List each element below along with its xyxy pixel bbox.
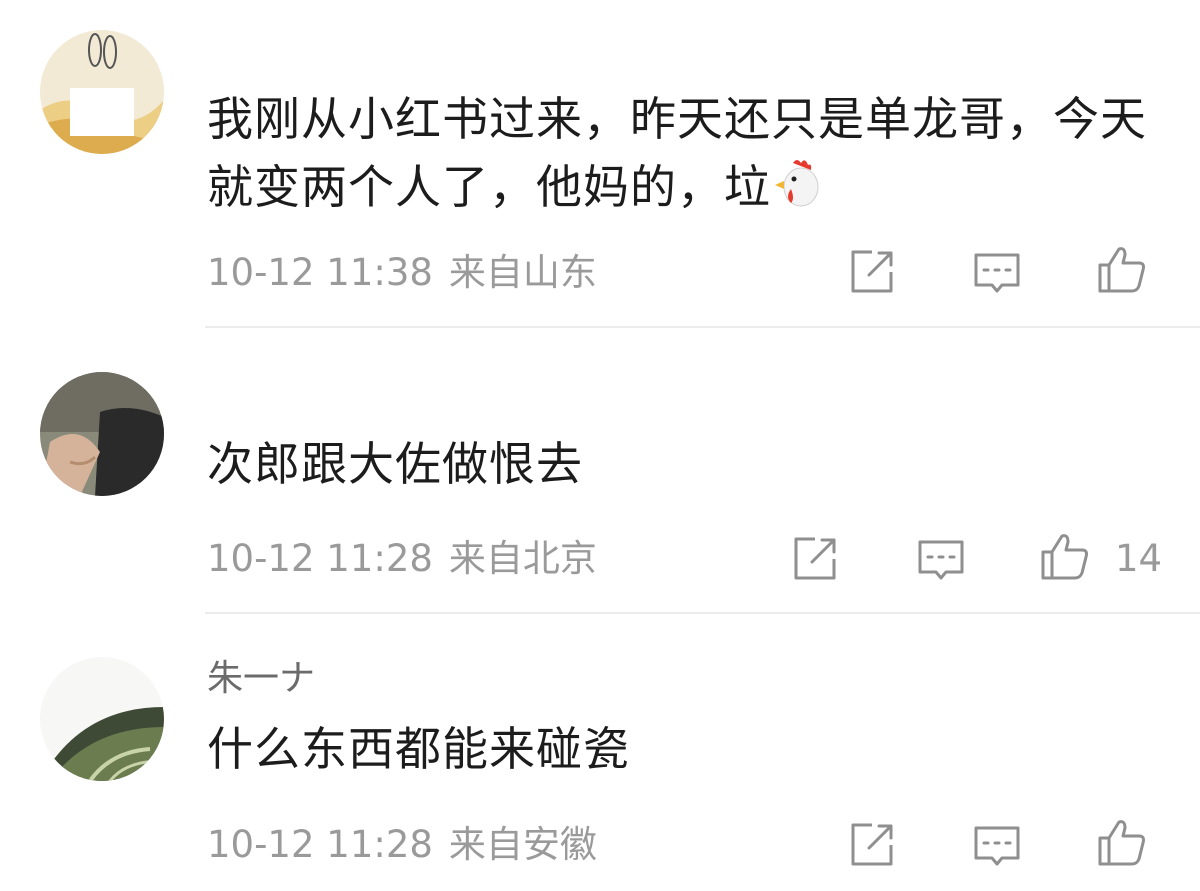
- thumbs-up-icon: [1098, 820, 1145, 866]
- comment-meta: 10-12 11:28 来自北京: [207, 534, 597, 584]
- reply-button[interactable]: [914, 532, 968, 586]
- divider: [205, 612, 1200, 614]
- comment-text: 次郎跟大佐做恨去: [207, 437, 583, 491]
- avatar[interactable]: [40, 657, 164, 781]
- comment-time: 10-12 11:28: [207, 823, 433, 866]
- divider: [205, 326, 1200, 328]
- username[interactable]: 朱一ナ: [207, 657, 315, 701]
- comment-item-2[interactable]: 次郎跟大佐做恨去 10-12 11:28 来自北京 14: [0, 330, 1200, 615]
- like-count: 14: [1115, 537, 1163, 580]
- thumbs-up-icon: [1098, 247, 1145, 293]
- share-button[interactable]: [788, 532, 842, 586]
- comment-text: 我刚从小红书过来，昨天还只是单龙哥，今天就变两个人了，他妈的，垃: [207, 92, 1147, 214]
- share-icon: [851, 250, 893, 293]
- reply-button[interactable]: [970, 245, 1024, 299]
- comment-item-1[interactable]: 我刚从小红书过来，昨天还只是单龙哥，今天就变两个人了，他妈的，垃 10-12 1…: [0, 0, 1200, 330]
- share-icon: [794, 537, 836, 580]
- comment-location: 来自北京: [448, 537, 597, 580]
- comment-icon: [918, 540, 964, 580]
- comment-time: 10-12 11:28: [207, 537, 433, 580]
- comment-meta: 10-12 11:38 来自山东: [207, 248, 597, 298]
- share-button[interactable]: [845, 245, 899, 299]
- reply-button[interactable]: [970, 818, 1024, 872]
- thumbs-up-icon: [1041, 534, 1088, 580]
- share-button[interactable]: [845, 818, 899, 872]
- share-icon: [851, 823, 893, 866]
- avatar[interactable]: [40, 30, 164, 154]
- rooster-emoji-icon: [775, 160, 819, 207]
- comment-icon: [974, 826, 1020, 866]
- comment-text: 什么东西都能来碰瓷: [207, 722, 630, 776]
- like-button[interactable]: [1095, 816, 1149, 870]
- comment-location: 来自山东: [448, 251, 597, 294]
- comment-item-3[interactable]: 朱一ナ 什么东西都能来碰瓷 10-12 11:28 来自安徽: [0, 615, 1200, 891]
- like-button[interactable]: [1095, 243, 1149, 297]
- avatar[interactable]: [40, 372, 164, 496]
- like-button[interactable]: [1038, 530, 1092, 584]
- comment-icon: [974, 253, 1020, 293]
- comment-location: 来自安徽: [448, 823, 597, 866]
- comment-time: 10-12 11:38: [207, 251, 433, 294]
- comment-meta: 10-12 11:28 来自安徽: [207, 820, 597, 870]
